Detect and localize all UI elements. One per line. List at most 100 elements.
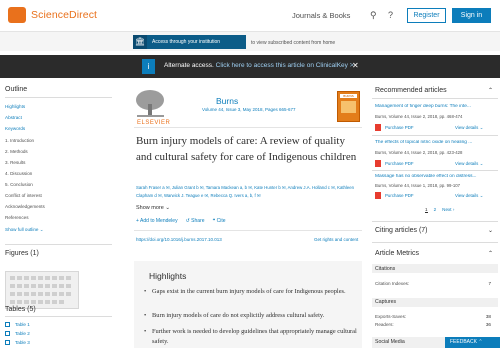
highlights-section: Highlights • Gaps exist in the current bu…	[134, 261, 362, 348]
recommended-article-title[interactable]: The effects of topical nitric oxide on h…	[375, 140, 488, 145]
alternate-access-prefix: Alternate access.	[164, 62, 214, 69]
highlight-item: • Further work is needed to develop guide…	[144, 328, 357, 345]
table-link-3[interactable]: Table 3	[5, 340, 30, 345]
purchase-pdf-label: Purchase PDF	[385, 193, 414, 198]
outline-item-introduction[interactable]: 1. Introduction	[5, 138, 34, 143]
view-details-link[interactable]: View details ⌄	[455, 125, 483, 131]
recommended-article-meta: Burns, Volume 44, Issue 2, 2018, pp. 423…	[375, 150, 463, 155]
exports-saves-label: Exports-Saves:	[375, 314, 407, 319]
journals-books-link[interactable]: Journals & Books	[292, 11, 350, 20]
purchase-pdf-link[interactable]: Purchase PDF	[375, 160, 414, 167]
add-to-mendeley-label: Add to Mendeley	[140, 218, 178, 224]
journal-volume-link[interactable]: Volume 44, Issue 3, May 2018, Pages 665-…	[202, 107, 296, 112]
highlight-text: Further work is needed to develop guidel…	[152, 328, 357, 345]
chevron-up-icon[interactable]: ⌃	[488, 250, 493, 257]
help-icon[interactable]: ?	[388, 10, 393, 20]
chevron-down-icon: ⌄	[165, 205, 170, 211]
recommended-pagination: 1 2 Next ›	[425, 207, 454, 213]
pdf-icon	[375, 124, 381, 131]
outline-item-keywords[interactable]: Keywords	[5, 126, 25, 131]
figure-thumbnail[interactable]	[5, 271, 79, 309]
sciencedirect-logo[interactable]: ScienceDirect	[8, 7, 97, 23]
cite-button[interactable]: ❝ Cite	[213, 218, 226, 224]
register-button[interactable]: Register	[407, 8, 446, 23]
table-link-1[interactable]: Table 1	[5, 322, 30, 327]
recommended-heading: Recommended articles	[375, 87, 447, 94]
institution-access-label: Access through your institution	[152, 39, 221, 45]
recommended-article-title[interactable]: Massage has no observable effect on dist…	[375, 174, 488, 179]
table-icon	[5, 331, 10, 336]
divider	[5, 316, 112, 317]
publisher-name: ELSEVIER	[137, 120, 171, 126]
page-1-button[interactable]: 1	[425, 207, 428, 213]
chevron-down-icon[interactable]: ⌄	[488, 227, 493, 234]
next-page-button[interactable]: Next ›	[442, 207, 454, 213]
top-header: ScienceDirect Journals & Books ⚲ ? Regis…	[0, 0, 500, 32]
next-label: Next	[442, 207, 452, 212]
access-banner: to view subscribed content from home	[0, 32, 500, 51]
table-link-2[interactable]: Table 2	[5, 331, 30, 336]
highlight-item: • Burn injury models of care do not expli…	[144, 312, 325, 319]
quote-icon: ❝	[212, 218, 216, 224]
divider	[372, 242, 498, 243]
chevron-up-icon[interactable]: ⌃	[488, 87, 493, 94]
tables-heading: Tables (5)	[5, 306, 36, 313]
journal-title-link[interactable]: Burns	[216, 96, 238, 106]
table-label: Table 2	[15, 331, 30, 336]
purchase-pdf-label: Purchase PDF	[385, 161, 414, 166]
close-icon[interactable]: ✕	[352, 61, 359, 70]
elsevier-tree-icon	[8, 7, 26, 23]
pdf-icon	[375, 192, 381, 199]
divider	[5, 244, 112, 245]
highlight-text: Gaps exist in the current burn injury mo…	[152, 288, 346, 295]
divider	[372, 135, 498, 136]
outline-item-highlights[interactable]: Highlights	[5, 104, 25, 109]
outline-item-discussion[interactable]: 4. Discussion	[5, 171, 32, 176]
institution-access-button[interactable]: 🏛 Access through your institution	[133, 35, 246, 49]
view-details-label: View details	[455, 193, 479, 198]
outline-item-conclusion[interactable]: 5. Conclusion	[5, 182, 33, 187]
purchase-pdf-link[interactable]: Purchase PDF	[375, 124, 414, 131]
view-details-link[interactable]: View details ⌄	[455, 161, 483, 167]
page-2-button[interactable]: 2	[434, 207, 437, 213]
rights-content-link[interactable]: Get rights and content	[314, 237, 358, 242]
citations-label: Citations	[375, 266, 396, 272]
outline-item-results[interactable]: 3. Results	[5, 160, 25, 165]
outline-item-methods[interactable]: 2. Methods	[5, 149, 28, 154]
outline-heading: Outline	[5, 86, 28, 93]
view-details-link[interactable]: View details ⌄	[455, 193, 483, 199]
table-label: Table 1	[15, 322, 30, 327]
outline-item-acknowledgements[interactable]: Acknowledgements	[5, 204, 45, 209]
sign-in-button[interactable]: Sign in	[452, 8, 491, 23]
share-label: Share	[191, 218, 205, 224]
citation-indexes-value: 7	[488, 281, 491, 286]
cover-label: BURNS	[340, 94, 357, 98]
journal-cover[interactable]: BURNS	[337, 91, 360, 122]
chevron-down-icon: ⌄	[39, 227, 44, 232]
outline-item-references[interactable]: References	[5, 215, 29, 220]
citing-articles-heading[interactable]: Citing articles (7)	[375, 227, 428, 234]
doi-link[interactable]: https://doi.org/10.1016/j.burns.2017.10.…	[136, 237, 222, 242]
article-actions: + Add to Mendeley ↺ Share ❝ Cite	[136, 218, 226, 224]
share-button[interactable]: ↺ Share	[186, 218, 205, 224]
outline-item-abstract[interactable]: Abstract	[5, 115, 22, 120]
figures-heading: Figures (1)	[5, 250, 39, 257]
view-details-label: View details	[455, 161, 479, 166]
highlights-heading: Highlights	[149, 271, 187, 281]
show-more-button[interactable]: Show more ⌄	[136, 205, 170, 211]
outline-item-conflict[interactable]: Conflict of interest	[5, 193, 42, 198]
table-label: Table 3	[15, 340, 30, 345]
clinicalkey-link[interactable]: Click here to access this article on Cli…	[216, 62, 348, 69]
add-to-mendeley-button[interactable]: + Add to Mendeley	[136, 218, 178, 224]
feedback-button[interactable]: FEEDBACK ⌃	[445, 337, 500, 348]
show-full-outline-link[interactable]: Show full outline ⌄	[5, 227, 44, 233]
view-details-label: View details	[455, 125, 479, 130]
purchase-pdf-link[interactable]: Purchase PDF	[375, 192, 414, 199]
divider	[372, 170, 498, 171]
recommended-article-title[interactable]: Management of finger deep burns: The int…	[375, 104, 488, 109]
cite-label: Cite	[216, 218, 226, 224]
search-icon[interactable]: ⚲	[370, 10, 377, 21]
access-banner-text: to view subscribed content from home	[251, 40, 336, 46]
article-title: Burn injury models of care: A review of …	[136, 135, 357, 163]
author-list[interactable]: Sarah Fraser a ✉, Julian Grant b ✉, Tama…	[136, 184, 361, 199]
